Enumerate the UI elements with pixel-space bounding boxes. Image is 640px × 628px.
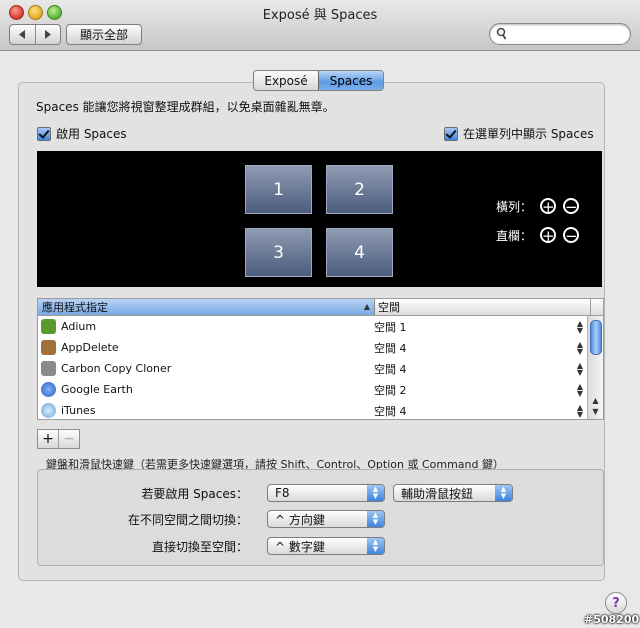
space-select[interactable]: 空間 4 [374, 340, 574, 356]
switch-key-popup[interactable]: ^ 方向鍵 ▲ ▼ [267, 510, 385, 528]
table-row[interactable]: Google Earth 空間 2 ▲ ▼ [38, 379, 586, 400]
space-select[interactable]: 空間 4 [374, 361, 574, 377]
application-bindings-table: 應用程式指定 ▲ 空間 Adium 空間 1 ▲ ▼ AppDelete 空間 4… [37, 298, 604, 420]
activate-key-popup[interactable]: F8 ▲ ▼ [267, 484, 385, 502]
vertical-scrollbar[interactable]: ▲ ▼ [587, 316, 603, 419]
window-title: Exposé 與 Spaces [262, 8, 378, 23]
table-row[interactable]: Adium 空間 1 ▲ ▼ [38, 316, 586, 337]
adium-icon [41, 319, 56, 334]
direct-switch-label: 直接切換至空間： [151, 540, 248, 554]
space-tile-1[interactable]: 1 [245, 165, 312, 214]
column-header-application[interactable]: 應用程式指定 ▲ [38, 299, 375, 315]
up-down-arrows-icon[interactable]: ▲ ▼ [574, 382, 586, 397]
watermark-text: #508200 [584, 613, 640, 626]
column-header-space[interactable]: 空間 [375, 299, 591, 315]
chevron-right-icon [44, 30, 51, 39]
title-bar: Exposé 與 Spaces 顯示全部 [0, 0, 640, 51]
rows-label: 橫列： [496, 200, 533, 214]
add-row-button[interactable]: + [540, 198, 556, 215]
popup-arrows-icon: ▲ ▼ [367, 485, 384, 501]
columns-label: 直欄： [496, 229, 533, 243]
direct-switch-popup[interactable]: ^ 數字鍵 ▲ ▼ [267, 537, 385, 555]
remove-row-button[interactable]: − [563, 198, 579, 215]
table-row[interactable]: AppDelete 空間 4 ▲ ▼ [38, 337, 586, 358]
help-button[interactable]: ? [605, 592, 627, 614]
space-tile-4[interactable]: 4 [326, 228, 393, 277]
space-tile-2[interactable]: 2 [326, 165, 393, 214]
spaces-description: Spaces 能讓您將視窗整理成群組，以免桌面雜亂無章。 [36, 100, 335, 114]
chevron-left-icon [19, 30, 26, 39]
show-all-button[interactable]: 顯示全部 [66, 24, 142, 45]
enable-spaces-label: 啟用 Spaces [56, 127, 127, 141]
space-select[interactable]: 空間 2 [374, 382, 574, 398]
table-row[interactable]: Carbon Copy Cloner 空間 4 ▲ ▼ [38, 358, 586, 379]
add-column-button[interactable]: + [540, 227, 556, 244]
remove-binding-button[interactable]: − [59, 430, 79, 448]
up-down-arrows-icon[interactable]: ▲ ▼ [574, 319, 586, 334]
carbon-copy-cloner-icon [41, 361, 56, 376]
remove-column-button[interactable]: − [563, 227, 579, 244]
table-row[interactable]: iTunes 空間 4 ▲ ▼ [38, 400, 586, 419]
sort-ascending-icon: ▲ [363, 302, 370, 311]
popup-arrows-icon: ▲ ▼ [495, 485, 512, 501]
spaces-grid-preview: 1 2 3 4 橫列： + − 直欄： + − [37, 151, 602, 287]
back-button[interactable] [10, 25, 36, 44]
popup-arrows-icon: ▲ ▼ [367, 511, 384, 527]
header-corner [591, 299, 603, 315]
table-header: 應用程式指定 ▲ 空間 [38, 299, 603, 316]
enable-spaces-row: 啟用 Spaces [37, 125, 127, 142]
popup-arrows-icon: ▲ ▼ [367, 538, 384, 554]
activate-spaces-label: 若要啟用 Spaces： [141, 487, 248, 501]
tab-expose[interactable]: Exposé [254, 71, 318, 90]
search-field[interactable] [489, 23, 631, 45]
back-forward-control [9, 24, 61, 45]
show-in-menubar-checkbox[interactable] [444, 126, 458, 141]
activate-mouse-popup[interactable]: 輔助滑鼠按鈕 ▲ ▼ [393, 484, 513, 502]
show-in-menubar-row: 在選單列中顯示 Spaces [444, 125, 594, 142]
add-remove-control: + − [37, 429, 80, 449]
up-down-arrows-icon[interactable]: ▲ ▼ [574, 361, 586, 376]
magnifier-icon [496, 27, 506, 40]
switch-spaces-label: 在不同空間之間切換： [127, 513, 248, 527]
shortcuts-box: 若要啟用 Spaces： F8 ▲ ▼ 輔助滑鼠按鈕 ▲ ▼ 在不同空間之間切換： … [37, 469, 604, 566]
space-select[interactable]: 空間 4 [374, 403, 574, 419]
google-earth-icon [41, 382, 56, 397]
tab-spaces[interactable]: Spaces [318, 71, 383, 90]
appdelete-icon [41, 340, 56, 355]
scroll-down-arrow-icon[interactable]: ▼ [588, 407, 603, 418]
up-down-arrows-icon[interactable]: ▲ ▼ [574, 340, 586, 355]
enable-spaces-checkbox[interactable] [37, 126, 51, 141]
forward-button[interactable] [36, 25, 61, 44]
show-in-menubar-label: 在選單列中顯示 Spaces [463, 127, 594, 141]
space-tile-3[interactable]: 3 [245, 228, 312, 277]
tab-bar: Exposé Spaces [253, 70, 384, 91]
scroll-up-arrow-icon[interactable]: ▲ [588, 396, 603, 407]
add-binding-button[interactable]: + [38, 430, 59, 448]
scrollbar-thumb[interactable] [590, 320, 602, 355]
up-down-arrows-icon[interactable]: ▲ ▼ [574, 403, 586, 418]
itunes-icon [41, 403, 56, 418]
space-select[interactable]: 空間 1 [374, 319, 574, 335]
